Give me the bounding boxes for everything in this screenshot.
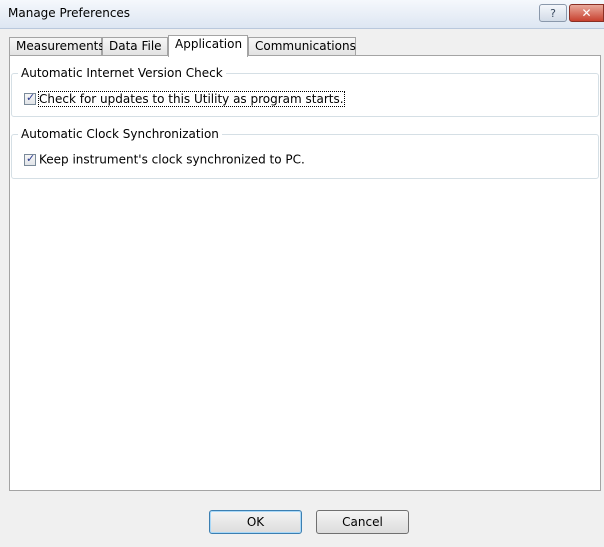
window-title: Manage Preferences	[8, 6, 131, 20]
tab-measurements[interactable]: Measurements	[9, 37, 105, 55]
ok-button[interactable]: OK	[209, 510, 302, 534]
update-check-option[interactable]: Check for updates to this Utility as pro…	[24, 90, 345, 107]
tab-communications[interactable]: Communications	[248, 37, 356, 55]
close-button[interactable]: ✕	[569, 4, 604, 22]
application-tab-page: Automatic Internet Version Check Check f…	[9, 55, 601, 491]
update-check-label[interactable]: Check for updates to this Utility as pro…	[38, 90, 345, 107]
close-icon: ✕	[581, 6, 592, 20]
tab-data-file[interactable]: Data File	[102, 37, 168, 55]
clock-sync-label[interactable]: Keep instrument's clock synchronized to …	[39, 153, 305, 167]
update-check-checkbox[interactable]	[24, 91, 36, 105]
clock-synchronization-group: Automatic Clock Synchronization Keep ins…	[11, 127, 599, 179]
help-button[interactable]: ?	[539, 4, 567, 22]
title-bar: Manage Preferences ? ✕	[0, 0, 604, 29]
tab-application[interactable]: Application	[168, 35, 248, 57]
manage-preferences-dialog: Manage Preferences ? ✕ Measurements Data…	[0, 0, 604, 547]
group-title-clock-sync: Automatic Clock Synchronization	[18, 127, 222, 141]
internet-version-check-group: Automatic Internet Version Check Check f…	[11, 66, 599, 117]
group-title-version-check: Automatic Internet Version Check	[18, 66, 226, 80]
clock-sync-option[interactable]: Keep instrument's clock synchronized to …	[24, 152, 305, 168]
cancel-button[interactable]: Cancel	[316, 510, 409, 534]
clock-sync-checkbox[interactable]	[24, 152, 36, 166]
